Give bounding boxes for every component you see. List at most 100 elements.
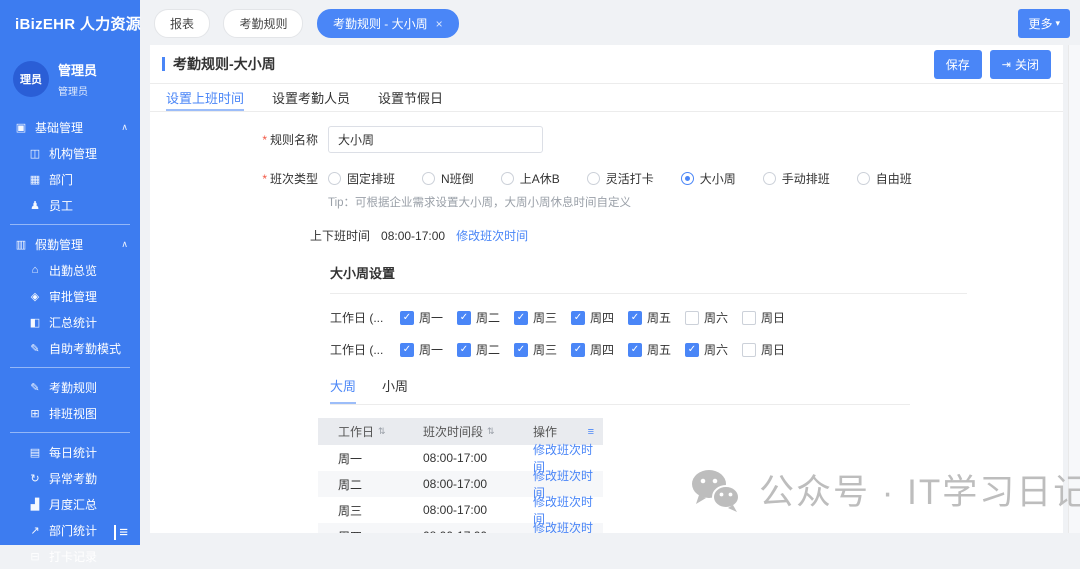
tab-reports[interactable]: 报表 — [154, 9, 210, 38]
tab-set-holidays[interactable]: 设置节假日 — [378, 84, 443, 111]
user-profile[interactable]: 理员 管理员 管理员 — [0, 34, 140, 98]
tab-attendance-rule-big-small-week[interactable]: 考勤规则 - 大小周 × — [317, 9, 459, 38]
sidebar-item-org-management[interactable]: ◫ 机构管理 — [0, 140, 140, 166]
watermark-text: 公众号 · IT学习日记 — [759, 464, 1080, 515]
checkbox-tue[interactable]: ✓周二 — [457, 309, 514, 326]
tag-icon: ◈ — [28, 290, 42, 303]
sidebar-item-monthly-summary[interactable]: ▟ 月度汇总 — [0, 491, 140, 517]
sidebar-item-attendance-overview[interactable]: ⌂ 出勤总览 — [0, 257, 140, 283]
radio-a-on-b-off[interactable]: 上A休B — [501, 170, 560, 187]
radio-dot[interactable] — [328, 172, 341, 185]
work-time-row: 上下班时间 08:00-17:00 修改班次时间 — [310, 227, 1063, 244]
checkbox-fri[interactable]: ✓周五 — [628, 309, 685, 326]
sidebar-item-attendance-rules[interactable]: ✎ 考勤规则 — [0, 374, 140, 400]
checkbox[interactable]: ✓ — [742, 343, 756, 357]
sidebar-item-schedule-view[interactable]: ⊞ 排班视图 — [0, 400, 140, 426]
checkbox[interactable]: ✓ — [628, 343, 642, 357]
checkbox[interactable]: ✓ — [514, 311, 528, 325]
radio-n-shift[interactable]: N班倒 — [422, 170, 474, 187]
page-header: 考勤规则-大小周 保存 ⇥ 关闭 — [150, 45, 1063, 84]
checkbox[interactable]: ✓ — [514, 343, 528, 357]
sidebar-item-employee[interactable]: ♟ 员工 — [0, 192, 140, 218]
shift-type-label: *班次类型 — [150, 170, 318, 187]
tab-set-work-time[interactable]: 设置上班时间 — [166, 84, 244, 111]
radio-fixed-shift[interactable]: 固定排班 — [328, 170, 395, 187]
shift-type-radio-group: 固定排班 N班倒 上A休B 灵活打卡 大小周 手动排班 自由班 — [328, 170, 939, 187]
check-icon: ✓ — [460, 345, 468, 355]
checkbox-sun[interactable]: ✓周日 — [742, 341, 799, 358]
rule-name-input[interactable] — [328, 126, 543, 153]
checkbox[interactable]: ✓ — [571, 311, 585, 325]
workday-cell: 周四 — [318, 528, 403, 534]
workday-row-big-week: 工作日 (... ✓周一 ✓周二 ✓周三 ✓周四 ✓周五 ✓周六 ✓周日 — [330, 309, 1063, 326]
close-button[interactable]: ⇥ 关闭 — [990, 50, 1051, 79]
checkbox-sat[interactable]: ✓周六 — [685, 341, 742, 358]
checkbox[interactable]: ✓ — [457, 343, 471, 357]
sidebar-menu: ▣ 基础管理 ∧ ◫ 机构管理 ▦ 部门 ♟ 员工 ▥ 假勤管理 ∧ ⌂ 出勤总… — [0, 114, 140, 569]
radio-dot[interactable] — [857, 172, 870, 185]
close-tab-icon[interactable]: × — [436, 18, 443, 30]
tab-set-attendance-staff[interactable]: 设置考勤人员 — [272, 84, 350, 111]
radio-dot[interactable] — [501, 172, 514, 185]
card-icon: ▥ — [14, 238, 28, 251]
divider — [10, 224, 130, 225]
week-tabs: 大周 小周 — [330, 376, 910, 405]
radio-dot[interactable] — [422, 172, 435, 185]
checkbox[interactable]: ✓ — [685, 311, 699, 325]
checkbox-mon[interactable]: ✓周一 — [400, 341, 457, 358]
radio-dot[interactable] — [763, 172, 776, 185]
sort-icon[interactable]: ⇅ — [378, 426, 386, 437]
radio-big-small-week[interactable]: 大小周 — [681, 170, 736, 187]
filter-icon[interactable]: ≡ — [588, 426, 603, 438]
checkbox-wed[interactable]: ✓周三 — [514, 341, 571, 358]
checkbox[interactable]: ✓ — [685, 343, 699, 357]
sidebar-group-leave-management[interactable]: ▥ 假勤管理 ∧ — [0, 231, 140, 257]
radio-manual-schedule[interactable]: 手动排班 — [763, 170, 830, 187]
sidebar-item-punch-records[interactable]: ⊟ 打卡记录 — [0, 543, 140, 569]
checkbox[interactable]: ✓ — [400, 343, 414, 357]
checkbox[interactable]: ✓ — [628, 311, 642, 325]
checkbox-thu[interactable]: ✓周四 — [571, 341, 628, 358]
save-button[interactable]: 保存 — [934, 50, 982, 79]
radio-dot[interactable] — [587, 172, 600, 185]
sidebar-group-basic-management[interactable]: ▣ 基础管理 ∧ — [0, 114, 140, 140]
sidebar-item-approval-management[interactable]: ◈ 审批管理 — [0, 283, 140, 309]
check-icon: ✓ — [517, 313, 525, 323]
top-tab-bar: 报表 考勤规则 考勤规则 - 大小周 × 更多 ▾ — [140, 0, 1080, 45]
sidebar-item-daily-statistics[interactable]: ▤ 每日统计 — [0, 439, 140, 465]
exit-icon: ⇥ — [1002, 58, 1011, 71]
modify-link[interactable]: 修改班次时间 — [533, 519, 603, 533]
sidebar-item-department[interactable]: ▦ 部门 — [0, 166, 140, 192]
menu-fold-icon[interactable]: ≡ — [114, 525, 128, 540]
radio-free-shift[interactable]: 自由班 — [857, 170, 912, 187]
checkbox-sun[interactable]: ✓周日 — [742, 309, 799, 326]
sidebar-item-summary-statistics[interactable]: ◧ 汇总统计 — [0, 309, 140, 335]
tab-attendance-rules[interactable]: 考勤规则 — [223, 9, 303, 38]
tab-small-week[interactable]: 小周 — [382, 376, 408, 404]
radio-flexible-punch[interactable]: 灵活打卡 — [587, 170, 654, 187]
line-chart-icon: ↗ — [28, 524, 42, 537]
checkbox-mon[interactable]: ✓周一 — [400, 309, 457, 326]
sidebar-item-abnormal-attendance[interactable]: ↻ 异常考勤 — [0, 465, 140, 491]
tab-big-week[interactable]: 大周 — [330, 376, 356, 404]
checkbox-tue[interactable]: ✓周二 — [457, 341, 514, 358]
check-icon: ✓ — [403, 345, 411, 355]
time-cell: 08:00-17:00 — [403, 529, 513, 533]
sidebar-item-self-attendance-mode[interactable]: ✎ 自助考勤模式 — [0, 335, 140, 361]
checkbox[interactable]: ✓ — [457, 311, 471, 325]
modify-shift-time-link[interactable]: 修改班次时间 — [456, 227, 528, 244]
more-button[interactable]: 更多 ▾ — [1018, 9, 1070, 38]
checkbox-sat[interactable]: ✓周六 — [685, 309, 742, 326]
checkbox[interactable]: ✓ — [400, 311, 414, 325]
check-icon: ✓ — [517, 345, 525, 355]
checkbox[interactable]: ✓ — [742, 311, 756, 325]
scrollbar[interactable] — [1068, 45, 1080, 533]
checkbox-thu[interactable]: ✓周四 — [571, 309, 628, 326]
workday-caption: 工作日 (... — [330, 341, 400, 358]
checkbox-wed[interactable]: ✓周三 — [514, 309, 571, 326]
checkbox[interactable]: ✓ — [571, 343, 585, 357]
time-cell: 08:00-17:00 — [403, 477, 513, 491]
sort-icon[interactable]: ⇅ — [487, 426, 495, 437]
checkbox-fri[interactable]: ✓周五 — [628, 341, 685, 358]
radio-dot[interactable] — [681, 172, 694, 185]
